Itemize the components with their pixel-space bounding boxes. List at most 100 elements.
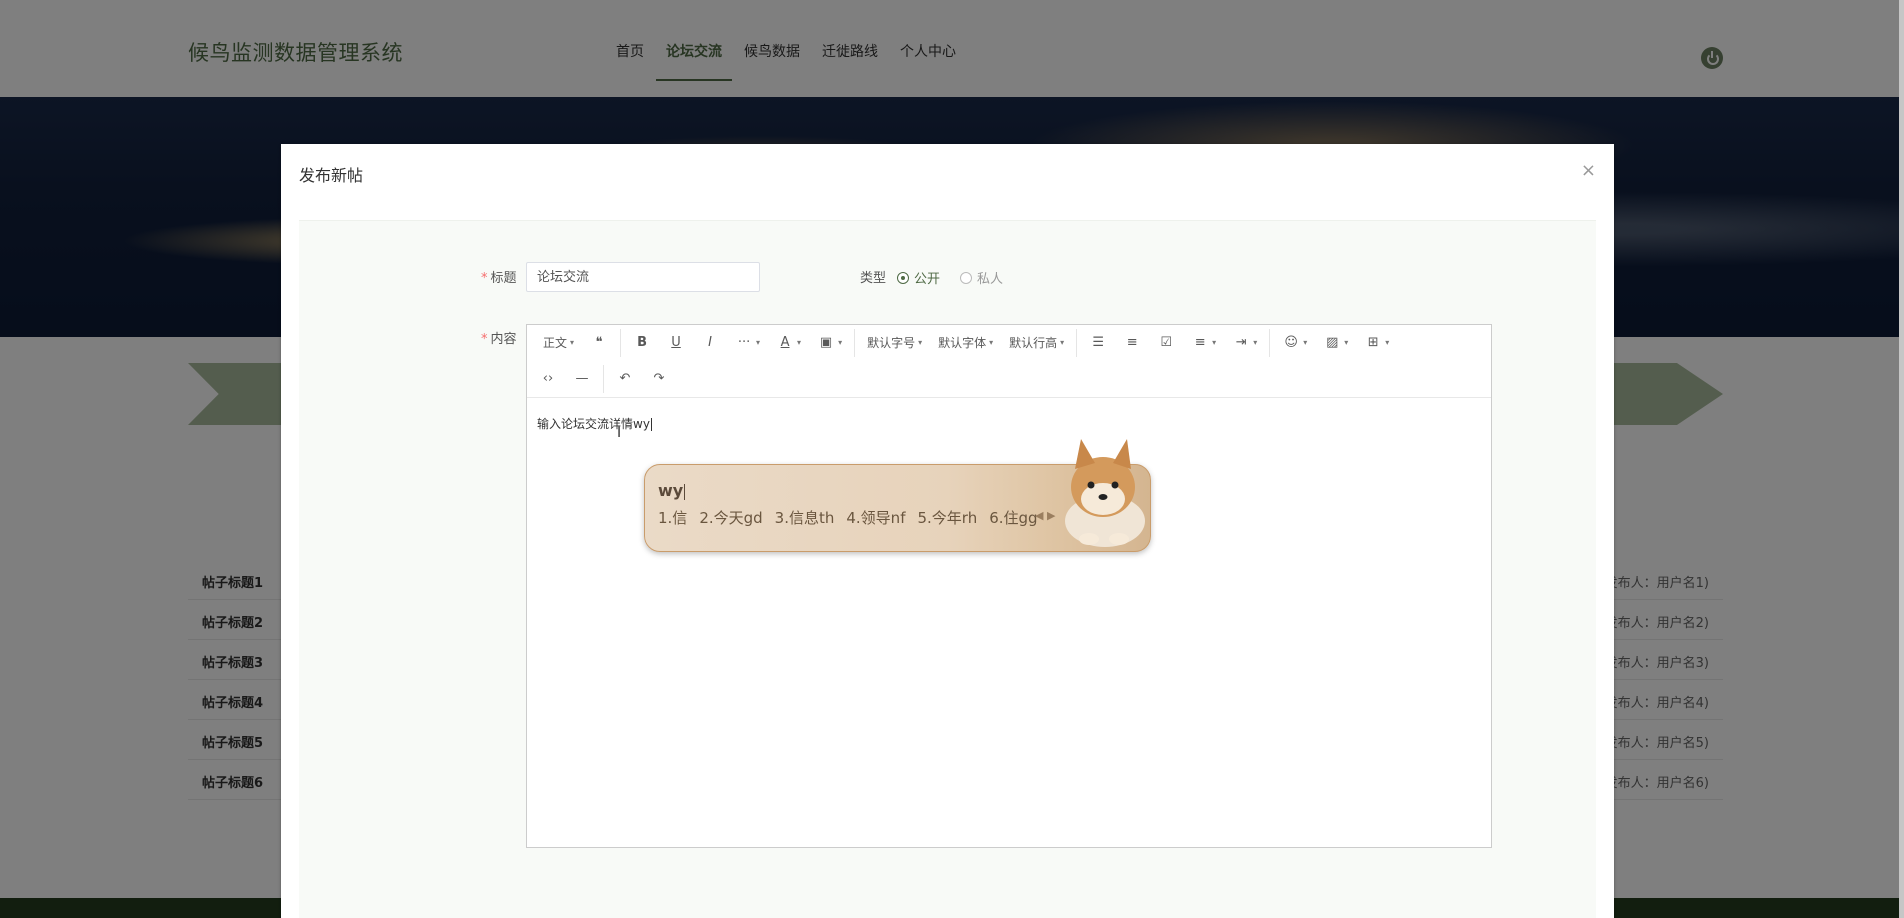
font-color-dropdown[interactable]: A ▾ bbox=[768, 331, 809, 355]
indent-icon: ⇥ bbox=[1235, 335, 1247, 350]
background-color-dropdown[interactable]: ▣ ▾ bbox=[809, 331, 850, 355]
editor-content-text: 输入论坛交流详情wy bbox=[537, 417, 650, 431]
caret-down-icon: ▾ bbox=[838, 338, 843, 347]
font-family-dropdown-label: 默认字体 bbox=[938, 336, 987, 350]
ime-candidate[interactable]: 3.信息th bbox=[775, 507, 835, 528]
caret-down-icon: ▾ bbox=[1253, 338, 1258, 347]
numbered-list-icon: ≡ bbox=[1126, 335, 1138, 350]
type-radio-public-label: 公开 bbox=[914, 272, 941, 287]
caret-down-icon: ▾ bbox=[756, 338, 761, 347]
toolbar-divider bbox=[1076, 329, 1078, 357]
more-format-dropdown[interactable]: ··· ▾ bbox=[727, 331, 768, 355]
type-radio-private-label: 私人 bbox=[977, 272, 1004, 287]
italic-icon: I bbox=[708, 335, 712, 350]
underline-icon: U bbox=[671, 335, 681, 350]
caret-down-icon: ▾ bbox=[918, 338, 923, 347]
bold-icon: B bbox=[637, 335, 647, 350]
required-mark: * bbox=[481, 271, 488, 286]
required-mark: * bbox=[481, 332, 488, 347]
ime-candidate[interactable]: 1.信 bbox=[658, 507, 687, 528]
align-left-icon: ≡ bbox=[1194, 335, 1206, 350]
line-height-dropdown[interactable]: 默认行高 ▾ bbox=[1001, 331, 1072, 355]
ime-candidate[interactable]: 2.今天gd bbox=[699, 507, 762, 528]
background-color-icon: ▣ bbox=[819, 335, 833, 350]
dialog-title: 发布新帖 bbox=[299, 166, 364, 185]
caret-down-icon: ▾ bbox=[1303, 338, 1308, 347]
image-dropdown[interactable]: ▨ ▾ bbox=[1315, 331, 1356, 355]
type-label: 类型 bbox=[860, 271, 887, 286]
divider-button[interactable]: — bbox=[565, 367, 599, 391]
page: 候鸟监测数据管理系统 首页 论坛交流 候鸟数据 迁徙路线 个人中心 帖子标题1 … bbox=[0, 0, 1904, 918]
code-button[interactable]: ‹› bbox=[527, 367, 565, 391]
ibeam-cursor-icon: I bbox=[617, 425, 622, 441]
paragraph-dropdown-label: 正文 bbox=[543, 336, 568, 350]
undo-button[interactable]: ↶ bbox=[608, 367, 642, 391]
close-icon[interactable]: × bbox=[1581, 160, 1596, 181]
radio-unchecked-icon bbox=[960, 271, 972, 284]
toolbar-divider bbox=[1269, 329, 1271, 357]
caret-down-icon: ▾ bbox=[570, 338, 575, 347]
caret-down-icon: ▾ bbox=[1212, 338, 1217, 347]
quote-button[interactable]: ❝ bbox=[582, 331, 616, 355]
shiba-dog-illustration-icon bbox=[1065, 439, 1145, 547]
image-icon: ▨ bbox=[1326, 335, 1339, 350]
caret-down-icon: ▾ bbox=[1060, 338, 1065, 347]
editor-content[interactable]: 输入论坛交流详情wy bbox=[537, 415, 652, 432]
type-radio-private[interactable]: 私人 bbox=[960, 268, 1003, 287]
undo-icon: ↶ bbox=[619, 371, 631, 386]
line-height-dropdown-label: 默认行高 bbox=[1009, 336, 1058, 350]
toolbar-row-2: ‹› — ↶ ↷ bbox=[527, 361, 676, 397]
toolbar-row-1: 正文 ▾ ❝ B U I ··· ▾ A ▾ ▣ ▾ 默认字号 ▾ 默认字体 ▾ 默认行高 ▾… bbox=[527, 325, 1397, 361]
bulleted-list-icon: ☰ bbox=[1092, 335, 1104, 350]
font-size-dropdown-label: 默认字号 bbox=[867, 336, 916, 350]
quote-icon: ❝ bbox=[595, 335, 603, 350]
content-label: * 内容 bbox=[481, 328, 517, 347]
code-icon: ‹› bbox=[542, 371, 554, 386]
bold-button[interactable]: B bbox=[625, 331, 659, 355]
toolbar-divider bbox=[620, 329, 622, 357]
caret-down-icon: ▾ bbox=[1385, 338, 1390, 347]
ime-candidate-list: 1.信 2.今天gd 3.信息th 4.领导nf 5.今年rh 6.住gg bbox=[658, 507, 1038, 528]
type-radio-public[interactable]: 公开 bbox=[897, 268, 940, 287]
emoji-icon: ☺ bbox=[1284, 335, 1298, 350]
font-family-dropdown[interactable]: 默认字体 ▾ bbox=[930, 331, 1001, 355]
caret-down-icon: ▾ bbox=[989, 338, 994, 347]
caret-down-icon: ▾ bbox=[797, 338, 802, 347]
ime-candidate[interactable]: 4.领导nf bbox=[846, 507, 905, 528]
indent-dropdown[interactable]: ⇥ ▾ bbox=[1224, 331, 1265, 355]
toolbar-divider bbox=[603, 365, 604, 393]
ime-composition: wy bbox=[658, 481, 686, 500]
underline-button[interactable]: U bbox=[659, 331, 693, 355]
bulleted-list-button[interactable]: ☰ bbox=[1081, 331, 1115, 355]
table-icon: ⊞ bbox=[1367, 335, 1379, 350]
page-scrollbar[interactable] bbox=[1899, 0, 1904, 918]
font-size-dropdown[interactable]: 默认字号 ▾ bbox=[859, 331, 930, 355]
radio-checked-icon bbox=[897, 271, 909, 284]
editor-toolbar: 正文 ▾ ❝ B U I ··· ▾ A ▾ ▣ ▾ 默认字号 ▾ 默认字体 ▾ 默认行高 ▾… bbox=[527, 325, 1491, 398]
numbered-list-button[interactable]: ≡ bbox=[1115, 331, 1149, 355]
redo-icon: ↷ bbox=[653, 371, 665, 386]
title-label-text: 标题 bbox=[490, 271, 517, 286]
rich-text-editor: 正文 ▾ ❝ B U I ··· ▾ A ▾ ▣ ▾ 默认字号 ▾ 默认字体 ▾ 默认行高 ▾… bbox=[526, 324, 1492, 848]
horizontal-rule-icon: — bbox=[575, 371, 589, 386]
redo-button[interactable]: ↷ bbox=[642, 367, 676, 391]
ime-caret bbox=[684, 483, 686, 500]
ime-candidate-window: wy 1.信 2.今天gd 3.信息th 4.领导nf 5.今年rh 6.住gg… bbox=[644, 439, 1151, 552]
ellipsis-icon: ··· bbox=[737, 335, 751, 350]
toolbar-divider bbox=[854, 329, 856, 357]
ime-composition-text: wy bbox=[658, 481, 684, 500]
todo-button[interactable]: ☑ bbox=[1149, 331, 1183, 355]
caret-down-icon: ▾ bbox=[1344, 338, 1349, 347]
title-label: * 标题 bbox=[481, 267, 517, 286]
content-label-text: 内容 bbox=[490, 332, 517, 347]
title-input[interactable]: 论坛交流 bbox=[526, 262, 760, 292]
ime-candidate[interactable]: 5.今年rh bbox=[917, 507, 977, 528]
emoji-dropdown[interactable]: ☺ ▾ bbox=[1274, 331, 1315, 355]
paragraph-dropdown[interactable]: 正文 ▾ bbox=[527, 331, 582, 355]
font-color-icon: A bbox=[780, 335, 790, 350]
italic-button[interactable]: I bbox=[693, 331, 727, 355]
ime-candidate[interactable]: 6.住gg bbox=[989, 507, 1037, 528]
align-dropdown[interactable]: ≡ ▾ bbox=[1183, 331, 1224, 355]
text-caret bbox=[650, 418, 652, 431]
table-dropdown[interactable]: ⊞ ▾ bbox=[1356, 331, 1397, 355]
